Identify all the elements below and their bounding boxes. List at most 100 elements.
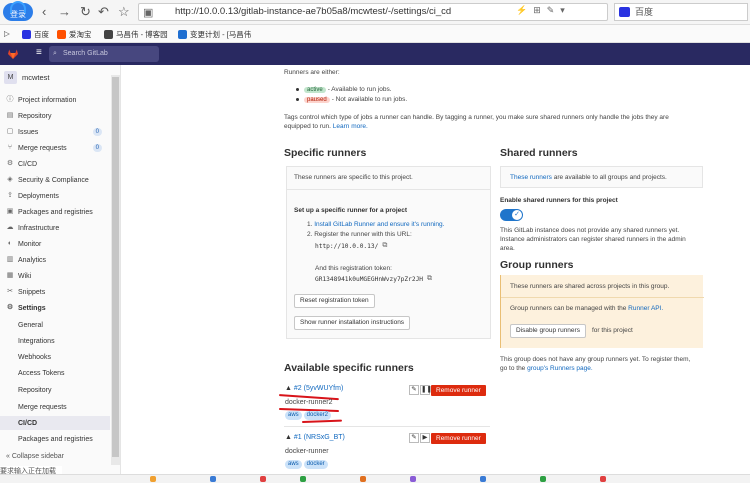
- sidebar-item-cicd[interactable]: ⚙ CI/CD: [0, 157, 110, 171]
- sidebar-item-packages[interactable]: ▣ Packages and registries: [0, 205, 110, 219]
- snippet-icon: ✂: [7, 288, 13, 295]
- no-group-runners-line: This group does not have any group runne…: [500, 356, 691, 363]
- shared-runners-link[interactable]: These runners: [510, 174, 552, 181]
- bookmarks-toggle-icon[interactable]: ▷: [4, 29, 10, 38]
- app-icon[interactable]: [210, 476, 216, 482]
- sidebar-item-project-information[interactable]: ⓘ Project information: [0, 93, 110, 107]
- annotation-underline: [301, 419, 343, 423]
- bookmark-blog[interactable]: 马昌伟 - 博客园: [104, 29, 168, 40]
- gitlab-search-input[interactable]: ⌕ Search GitLab: [49, 46, 159, 62]
- paw-icon: [22, 30, 31, 39]
- sidebar-project-header[interactable]: M mcwtest: [4, 71, 50, 84]
- login-badge[interactable]: 登录: [3, 1, 33, 21]
- scrollbar-thumb[interactable]: [112, 77, 119, 457]
- taobao-icon: [57, 30, 66, 39]
- app-icon[interactable]: [150, 476, 156, 482]
- search-engine-box[interactable]: 百度: [614, 3, 748, 21]
- runner-tag: docker2: [303, 411, 332, 420]
- reload-icon[interactable]: ↻: [80, 4, 91, 20]
- bookmarks-bar: ▷ 百度 爱淘宝 马昌伟 - 博客园 变更计划 - [马昌伟: [0, 25, 750, 43]
- baidu-icon: [619, 7, 630, 17]
- reset-token-button[interactable]: Reset registration token: [294, 294, 375, 308]
- sidebar-subitem-merge-requests[interactable]: Merge requests: [0, 400, 110, 414]
- instance-note-line: area.: [500, 245, 515, 252]
- sidebar-item-infrastructure[interactable]: ☁ Infrastructure: [0, 221, 110, 235]
- sidebar-item-monitor[interactable]: ◐ Monitor: [0, 237, 110, 251]
- back-icon[interactable]: ‹: [42, 4, 46, 19]
- tags-text-line2: equipped to run.: [284, 123, 331, 130]
- sidebar-item-settings[interactable]: ⚙ Settings: [0, 301, 110, 315]
- paused-pill: paused: [304, 96, 330, 103]
- sidebar-item-issues[interactable]: ▢ Issues 0: [0, 125, 110, 139]
- disable-group-runners-button[interactable]: Disable group runners: [510, 324, 586, 338]
- shared-runners-title: Shared runners: [500, 147, 578, 159]
- x-icon: [178, 30, 187, 39]
- sidebar-item-repository[interactable]: ▤ Repository: [0, 109, 110, 123]
- runner-api-link[interactable]: Runner API.: [628, 305, 663, 312]
- show-instructions-button[interactable]: Show runner installation instructions: [294, 316, 411, 330]
- edit-icon[interactable]: ✎: [409, 433, 419, 443]
- gitlab-header: ≡ ⌕ Search GitLab: [0, 43, 750, 65]
- bookmark-baidu[interactable]: 百度: [22, 29, 49, 40]
- collapse-sidebar-button[interactable]: « Collapse sidebar: [6, 453, 64, 460]
- play-icon[interactable]: ▶: [420, 433, 430, 443]
- runner-tag: aws: [285, 411, 302, 420]
- sidebar-subitem-access-tokens[interactable]: Access Tokens: [0, 366, 110, 380]
- runner-id-link[interactable]: #2 (5yvWUYfm): [294, 385, 343, 392]
- undo-icon[interactable]: ↶: [98, 4, 109, 20]
- app-icon[interactable]: [300, 476, 306, 482]
- install-runner-link[interactable]: Install GitLab Runner and ensure it's ru…: [314, 221, 444, 228]
- gitlab-logo-icon[interactable]: [7, 48, 19, 60]
- group-runners-page-link[interactable]: group's Runners page.: [527, 365, 593, 372]
- setup-step2: 2. Register the runner with this URL:: [307, 231, 412, 238]
- active-description: - Available to run jobs.: [327, 86, 392, 93]
- runners-either-text: Runners are either:: [284, 69, 340, 76]
- app-icon[interactable]: [600, 476, 606, 482]
- bookmark-label: 爱淘宝: [69, 30, 92, 39]
- sidebar-item-analytics[interactable]: ▥ Analytics: [0, 253, 110, 267]
- sidebar-item-wiki[interactable]: ▦ Wiki: [0, 269, 110, 283]
- sidebar-item-snippets[interactable]: ✂ Snippets: [0, 285, 110, 299]
- sidebar-item-security[interactable]: ◈ Security & Compliance: [0, 173, 110, 187]
- bookmark-taobao[interactable]: 爱淘宝: [57, 29, 92, 40]
- sidebar-subitem-webhooks[interactable]: Webhooks: [0, 350, 110, 364]
- sidebar-subitem-general[interactable]: General: [0, 318, 110, 332]
- copy-icon[interactable]: ⧉: [427, 275, 432, 283]
- sidebar-subitem-cicd[interactable]: CI/CD: [0, 416, 110, 430]
- sidebar-subitem-integrations[interactable]: Integrations: [0, 334, 110, 348]
- app-icon[interactable]: [410, 476, 416, 482]
- sidebar-item-label: Analytics: [18, 256, 47, 264]
- runner-tags: aws docker: [285, 460, 330, 469]
- address-tools-icon[interactable]: ⚡⊞✎▾: [516, 5, 571, 16]
- copy-icon[interactable]: ⧉: [382, 242, 387, 250]
- search-engine-label: 百度: [635, 7, 654, 17]
- learn-more-link[interactable]: Learn more.: [333, 123, 368, 130]
- active-pill: active: [304, 86, 326, 93]
- enable-shared-runners-toggle[interactable]: ✓: [500, 209, 523, 221]
- sidebar-item-deployments[interactable]: ⇪ Deployments: [0, 189, 110, 203]
- sidebar-item-label: Deployments: [18, 192, 59, 200]
- app-icon[interactable]: [480, 476, 486, 482]
- specific-runners-title: Specific runners: [284, 147, 367, 159]
- sidebar-subitem-packages[interactable]: Packages and registries: [0, 432, 110, 446]
- sidebar-subitem-label: Repository: [18, 386, 52, 394]
- menu-icon[interactable]: ≡: [36, 47, 42, 58]
- sidebar-item-label: Packages and registries: [18, 208, 93, 216]
- sidebar-item-merge-requests[interactable]: ⑂ Merge requests 0: [0, 141, 110, 155]
- sidebar-subitem-repository[interactable]: Repository: [0, 383, 110, 397]
- specific-runners-note: These runners are specific to this proje…: [294, 174, 413, 181]
- bookmark-star-icon[interactable]: ☆: [118, 4, 130, 20]
- remove-runner-button[interactable]: Remove runner: [431, 385, 486, 396]
- sidebar-scrollbar[interactable]: [111, 75, 120, 465]
- remove-runner-button[interactable]: Remove runner: [431, 433, 486, 444]
- tags-text-line1: Tags control which type of jobs a runner…: [284, 114, 669, 121]
- bookmark-change-plan[interactable]: 变更计划 - [马昌伟: [178, 29, 251, 40]
- app-icon[interactable]: [360, 476, 366, 482]
- edit-icon[interactable]: ✎: [409, 385, 419, 395]
- app-icon[interactable]: [260, 476, 266, 482]
- main-content: Runners are either: active - Available to…: [121, 65, 750, 483]
- forward-icon[interactable]: →: [58, 4, 71, 19]
- app-icon[interactable]: [540, 476, 546, 482]
- pause-icon[interactable]: ❚❚: [420, 385, 432, 395]
- runner-id-link[interactable]: #1 (NRSxG_BT): [294, 434, 345, 441]
